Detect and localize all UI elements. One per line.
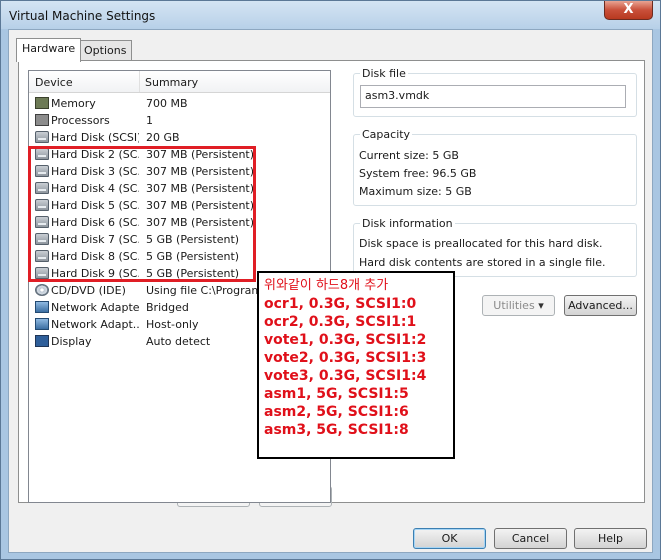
disk-file-label: Disk file <box>360 67 408 80</box>
cd-dvd-icon <box>35 284 49 296</box>
annotation-line: vote2, 0.3G, SCSI1:3 <box>264 350 427 366</box>
dropdown-arrow-icon: ▾ <box>538 299 544 312</box>
maximum-size-text: Maximum size: 5 GB <box>359 185 472 198</box>
vm-settings-window: Virtual Machine Settings X Hardware Opti… <box>0 0 661 560</box>
network-adapter-icon <box>35 318 49 330</box>
device-name: Processors <box>51 114 110 127</box>
capacity-group: Capacity Current size: 5 GB System free:… <box>353 128 637 206</box>
device-name: Network Adapter <box>51 301 139 314</box>
annotation-line: vote1, 0.3G, SCSI1:2 <box>264 332 427 348</box>
annotation-line: asm2, 5G, SCSI1:6 <box>264 404 409 420</box>
cancel-button[interactable]: Cancel <box>494 528 567 549</box>
column-divider[interactable] <box>139 71 140 92</box>
disk-file-group: Disk file asm3.vmdk <box>353 67 637 117</box>
annotation-line: asm3, 5G, SCSI1:8 <box>264 422 409 438</box>
title-bar[interactable]: Virtual Machine Settings X <box>1 1 660 29</box>
device-row-hard-disk-scsi[interactable]: Hard Disk (SCSI) 20 GB <box>29 129 339 146</box>
tab-hardware[interactable]: Hardware <box>16 38 82 62</box>
advanced-button[interactable]: Advanced... <box>564 295 637 316</box>
device-name: Display <box>51 335 92 348</box>
network-adapter-icon <box>35 301 49 313</box>
disk-info-line-2: Hard disk contents are stored in a singl… <box>359 256 606 269</box>
ok-button[interactable]: OK <box>413 528 486 549</box>
processor-icon <box>35 114 49 126</box>
device-row-memory[interactable]: Memory 700 MB <box>29 95 339 112</box>
device-name: Network Adapt... <box>51 318 139 331</box>
current-size-text: Current size: 5 GB <box>359 149 459 162</box>
highlight-box <box>28 146 256 282</box>
hard-disk-icon <box>35 131 49 143</box>
annotation-line: ocr1, 0.3G, SCSI1:0 <box>264 296 417 312</box>
annotation-line: vote3, 0.3G, SCSI1:4 <box>264 368 427 384</box>
device-name: Hard Disk (SCSI) <box>51 131 139 144</box>
device-summary: Bridged <box>146 301 189 314</box>
annotation-line: ocr2, 0.3G, SCSI1:1 <box>264 314 417 330</box>
window-title: Virtual Machine Settings <box>9 9 156 23</box>
utilities-button[interactable]: Utilities ▾ <box>482 295 555 316</box>
device-row-processors[interactable]: Processors 1 <box>29 112 339 129</box>
device-summary: Auto detect <box>146 335 211 348</box>
disk-info-line-1: Disk space is preallocated for this hard… <box>359 237 603 250</box>
utilities-label: Utilities <box>493 299 535 312</box>
capacity-label: Capacity <box>360 128 413 141</box>
device-summary: 20 GB <box>146 131 180 144</box>
device-summary: 700 MB <box>146 97 188 110</box>
device-summary: Using file C:\Program <box>146 284 263 297</box>
annotation-box: 위와같이 하드8개 추가 ocr1, 0.3G, SCSI1:0 ocr2, 0… <box>257 271 455 459</box>
device-list-header: Device Summary <box>29 71 330 93</box>
close-button[interactable]: X <box>604 1 653 20</box>
tab-options[interactable]: Options <box>78 40 133 61</box>
device-summary: 1 <box>146 114 153 127</box>
annotation-line: 위와같이 하드8개 추가 <box>264 278 389 293</box>
summary-column-header[interactable]: Summary <box>145 76 198 89</box>
display-icon <box>35 335 49 347</box>
disk-information-label: Disk information <box>360 217 455 230</box>
device-summary: Host-only <box>146 318 199 331</box>
device-name: Memory <box>51 97 96 110</box>
help-button[interactable]: Help <box>574 528 647 549</box>
system-free-text: System free: 96.5 GB <box>359 167 477 180</box>
device-column-header[interactable]: Device <box>35 76 73 89</box>
disk-information-group: Disk information Disk space is prealloca… <box>353 217 637 277</box>
device-name: CD/DVD (IDE) <box>51 284 126 297</box>
annotation-line: asm1, 5G, SCSI1:5 <box>264 386 409 402</box>
disk-file-field[interactable]: asm3.vmdk <box>360 85 626 108</box>
memory-icon <box>35 97 49 109</box>
